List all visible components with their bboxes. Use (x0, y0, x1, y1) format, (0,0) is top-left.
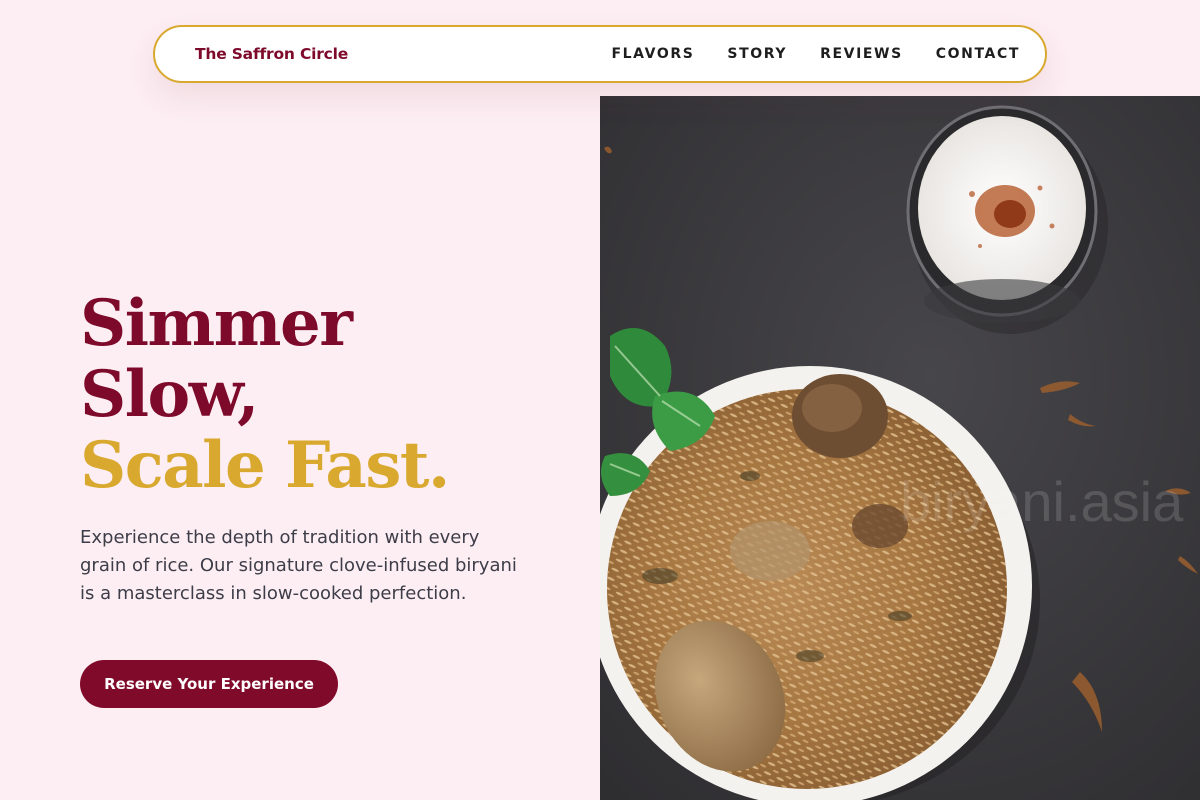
nav-link-story[interactable]: STORY (727, 46, 787, 62)
nav-links: FLAVORS STORY REVIEWS CONTACT (611, 46, 1020, 62)
nav-link-flavors[interactable]: FLAVORS (611, 46, 694, 62)
hero-description: Experience the depth of tradition with e… (80, 527, 517, 604)
nav-link-reviews[interactable]: REVIEWS (820, 46, 903, 62)
hero-food-image: biryani.asia (600, 96, 1200, 800)
reserve-button[interactable]: Reserve Your Experience (80, 660, 338, 708)
hero-title: Simmer Slow, Scale Fast. (80, 286, 450, 503)
hero-title-line-1: Simmer (80, 286, 353, 361)
top-navigation: The Saffron Circle FLAVORS STORY REVIEWS… (153, 25, 1047, 83)
biryani-bowl-image: biryani.asia (600, 96, 1200, 800)
hero-title-line-3: Scale Fast. (80, 428, 450, 503)
hero-title-line-2: Slow, (80, 357, 259, 432)
image-watermark: biryani.asia (900, 470, 1184, 533)
brand-logo[interactable]: The Saffron Circle (195, 45, 348, 63)
nav-link-contact[interactable]: CONTACT (936, 46, 1020, 62)
